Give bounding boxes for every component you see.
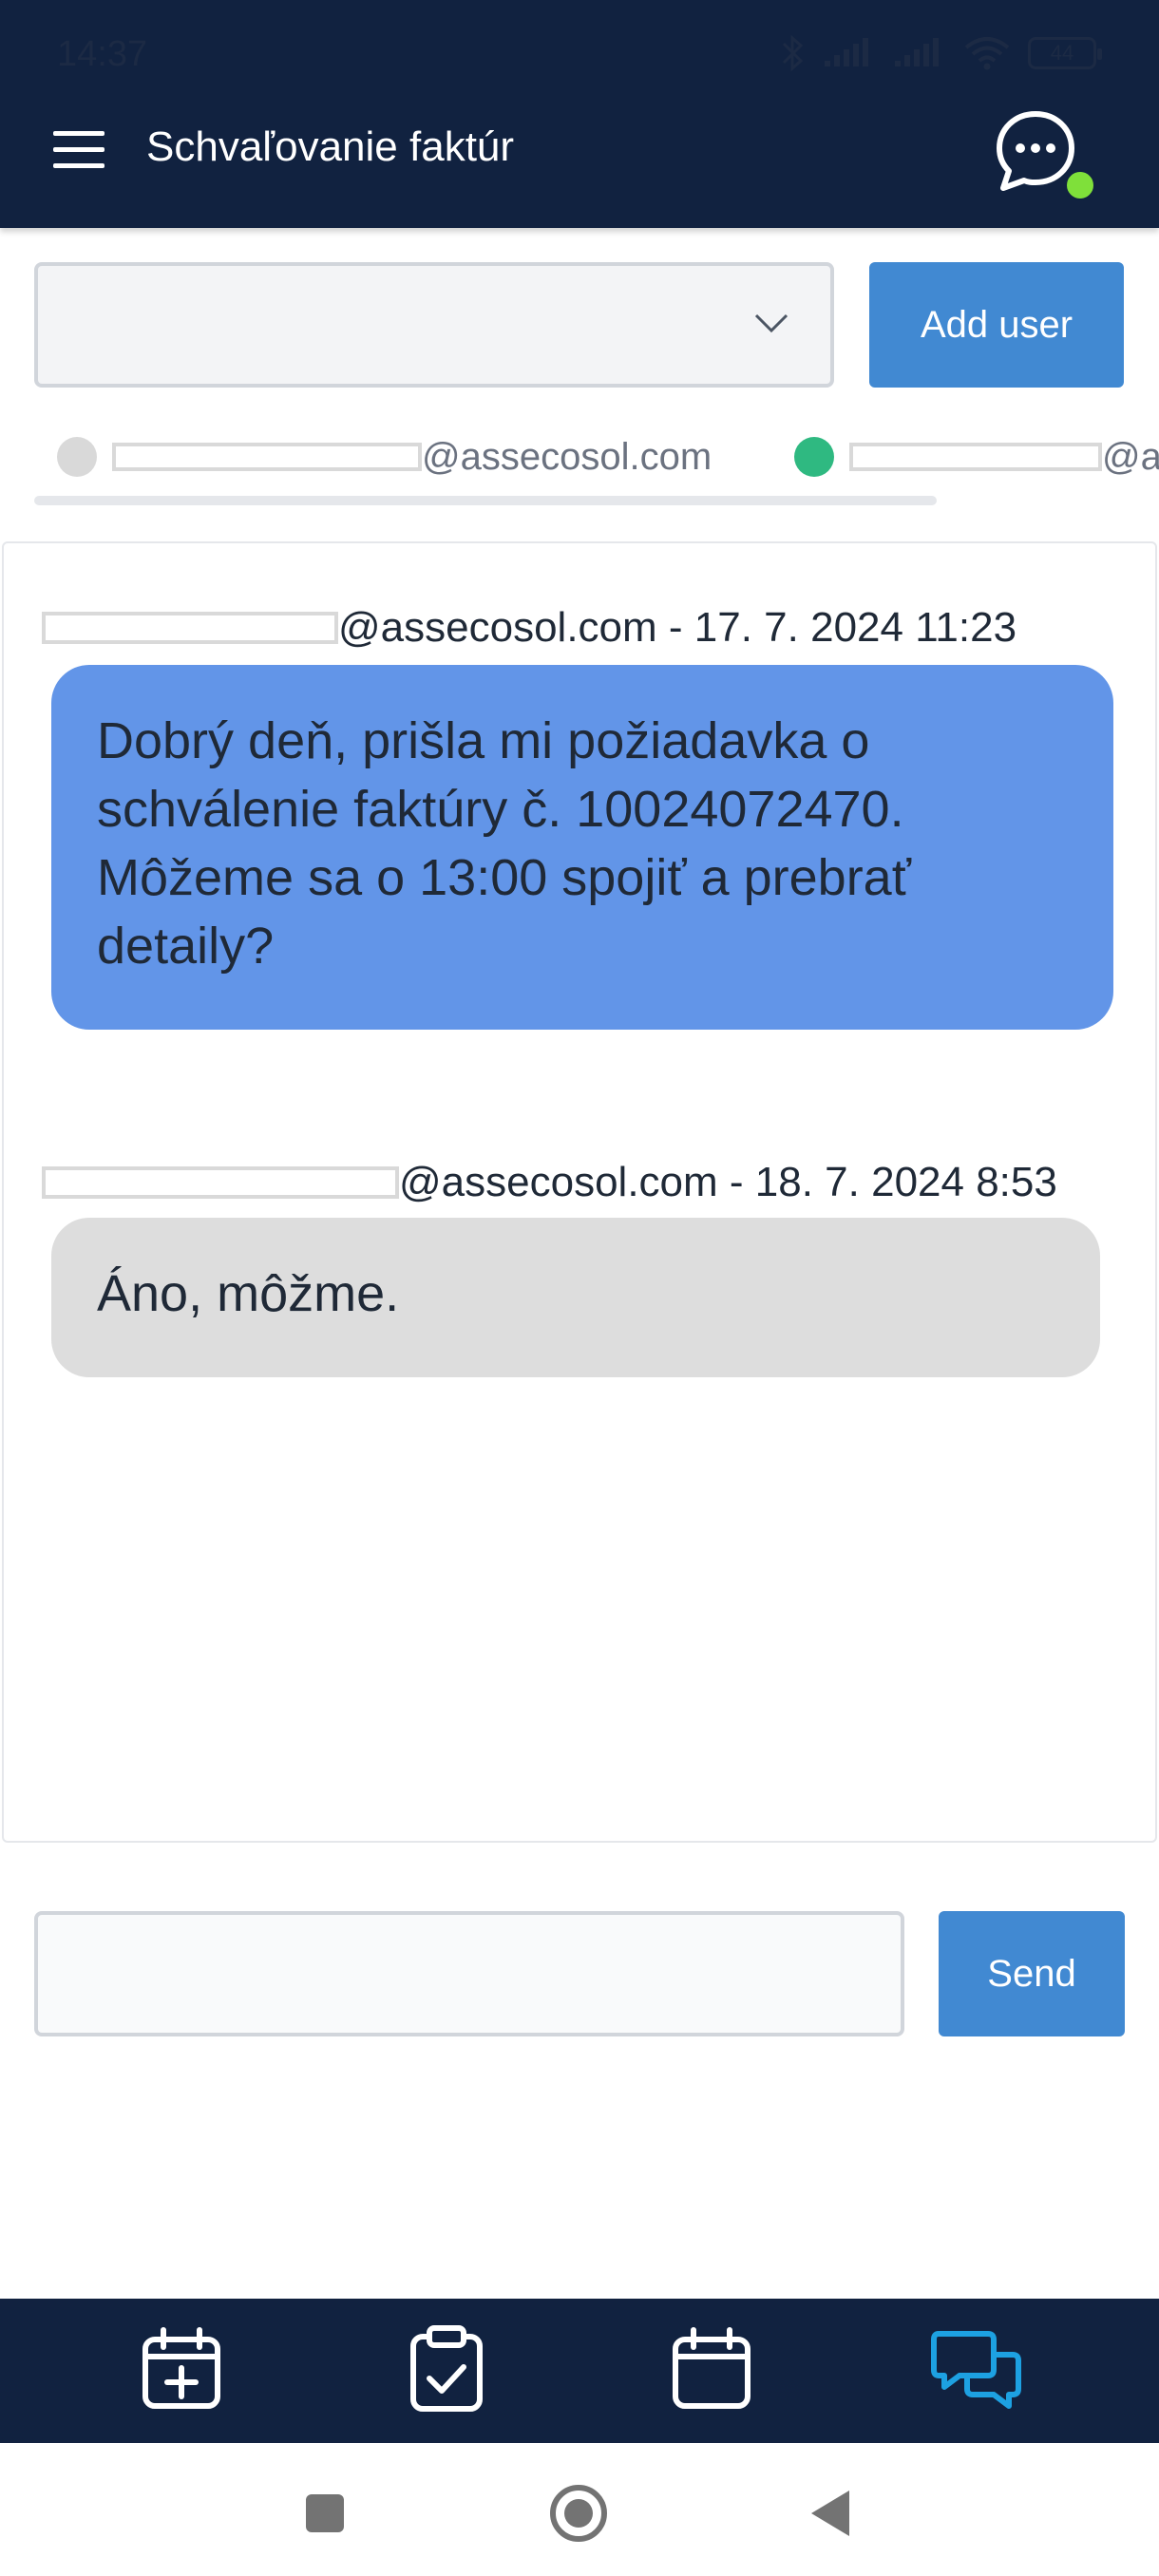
signal-icon-2	[895, 38, 939, 66]
participant-email: @assecosol.com	[422, 435, 712, 478]
status-icons: 44	[781, 34, 1102, 72]
calendar-icon	[673, 2327, 750, 2409]
signal-icon	[825, 38, 868, 66]
send-button[interactable]: Send	[939, 1911, 1125, 2036]
redacted-sender	[42, 612, 338, 644]
message-bubble-outgoing: Dobrý deň, prišla mi požiadavka o schvál…	[51, 665, 1113, 1030]
bluetooth-icon	[782, 34, 804, 72]
status-time: 14:37	[57, 34, 148, 74]
message-meta: @assecosol.com - 17. 7. 2024 11:23	[42, 604, 1016, 652]
message-input[interactable]	[34, 1911, 904, 2036]
redacted-sender	[42, 1166, 399, 1199]
nav-calendar[interactable]	[664, 2321, 759, 2416]
participant-item: @a	[794, 426, 1159, 488]
wifi-icon	[964, 37, 1010, 70]
nav-new-event[interactable]	[134, 2321, 229, 2416]
participants-scrollbar[interactable]	[34, 496, 937, 505]
message-meta: @assecosol.com - 18. 7. 2024 8:53	[42, 1159, 1057, 1206]
online-status-dot	[1064, 169, 1096, 201]
message-sender: @assecosol.com	[338, 604, 657, 651]
user-select[interactable]	[34, 262, 834, 388]
message-timestamp: 17. 7. 2024 11:23	[694, 604, 1017, 651]
system-nav	[0, 2443, 1159, 2576]
home-icon[interactable]	[548, 2483, 609, 2544]
meta-separator: -	[656, 604, 694, 651]
hamburger-menu-icon[interactable]	[53, 131, 104, 169]
presence-offline-dot	[57, 437, 97, 477]
participant-item: @assecosol.com	[57, 426, 712, 488]
participant-email: @a	[1102, 435, 1159, 478]
app-header: 14:37 44 Schvaľovanie faktúr	[0, 0, 1159, 228]
participants-list[interactable]: @assecosol.com @a	[34, 426, 1159, 513]
message-bubble-incoming: Áno, môžme.	[51, 1218, 1100, 1377]
clipboard-check-icon	[410, 2325, 483, 2412]
calendar-plus-icon	[142, 2327, 220, 2409]
bottom-nav	[0, 2299, 1159, 2443]
meta-separator: -	[717, 1159, 755, 1205]
nav-approvals[interactable]	[399, 2321, 494, 2416]
back-icon[interactable]	[809, 2489, 851, 2538]
add-user-button[interactable]: Add user	[869, 262, 1124, 388]
chat-bubbles-icon	[931, 2331, 1021, 2409]
recents-icon[interactable]	[304, 2492, 346, 2534]
message-timestamp: 18. 7. 2024 8:53	[754, 1159, 1057, 1205]
chevron-down-icon	[754, 313, 788, 333]
redacted-name	[112, 443, 422, 471]
redacted-name	[849, 443, 1102, 471]
presence-online-dot	[794, 437, 834, 477]
messages-panel[interactable]: @assecosol.com - 17. 7. 2024 11:23 Dobrý…	[2, 541, 1157, 1843]
page-title: Schvaľovanie faktúr	[146, 123, 515, 170]
battery-icon: 44	[1028, 37, 1102, 69]
nav-chat[interactable]	[929, 2321, 1024, 2416]
message-sender: @assecosol.com	[399, 1159, 718, 1205]
